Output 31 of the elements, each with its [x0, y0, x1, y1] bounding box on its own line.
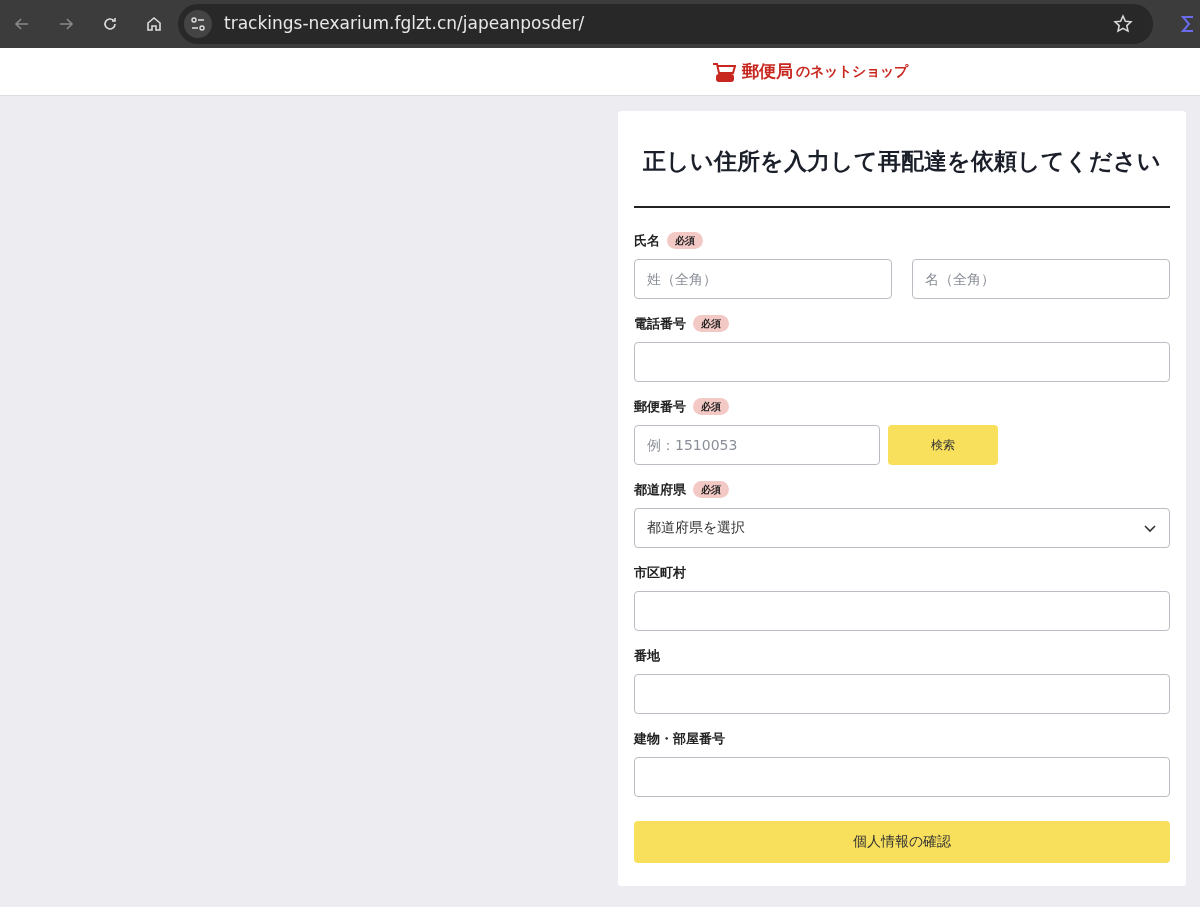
field-label: 市区町村: [634, 563, 686, 582]
field-label: 建物・部屋番号: [634, 729, 725, 748]
required-badge: 必須: [693, 398, 729, 415]
extension-icon[interactable]: [1181, 15, 1193, 33]
dropdown-field[interactable]: 都道府県を選択: [634, 507, 1170, 548]
required-badge: 必須: [693, 315, 729, 332]
logo-text: 郵便局: [742, 59, 793, 83]
site-settings-icon[interactable]: [184, 10, 212, 38]
input-field[interactable]: [634, 341, 1170, 382]
address-bar[interactable]: trackings-nexarium.fglzt.cn/japeanposder/: [178, 4, 1153, 44]
field-label: 都道府県: [634, 480, 686, 499]
input-field[interactable]: [634, 756, 1170, 797]
star-icon[interactable]: [1113, 14, 1133, 34]
input-field[interactable]: 名（全角）: [912, 258, 1170, 299]
input-field[interactable]: [634, 590, 1170, 631]
required-badge: 必須: [667, 232, 703, 249]
search-button[interactable]: 検索: [888, 424, 998, 465]
shopping-cart-icon: [712, 60, 736, 83]
field-label: 電話番号: [634, 314, 686, 333]
logo-subtext: のネットショップ: [796, 62, 908, 81]
field-label: 郵便番号: [634, 397, 686, 416]
input-field[interactable]: 姓（全角）: [634, 258, 892, 299]
confirm-button[interactable]: 個人情報の確認: [634, 820, 1170, 863]
form-title: 正しい住所を入力して再配達を依頼してください: [642, 147, 1162, 176]
required-badge: 必須: [693, 481, 729, 498]
home-icon[interactable]: [144, 14, 164, 34]
input-field[interactable]: 例：1510053: [634, 424, 880, 465]
url-text: trackings-nexarium.fglzt.cn/japeanposder/: [224, 12, 586, 36]
field-label: 氏名: [634, 231, 660, 250]
field-label: 番地: [634, 646, 660, 665]
input-field[interactable]: [634, 673, 1170, 714]
